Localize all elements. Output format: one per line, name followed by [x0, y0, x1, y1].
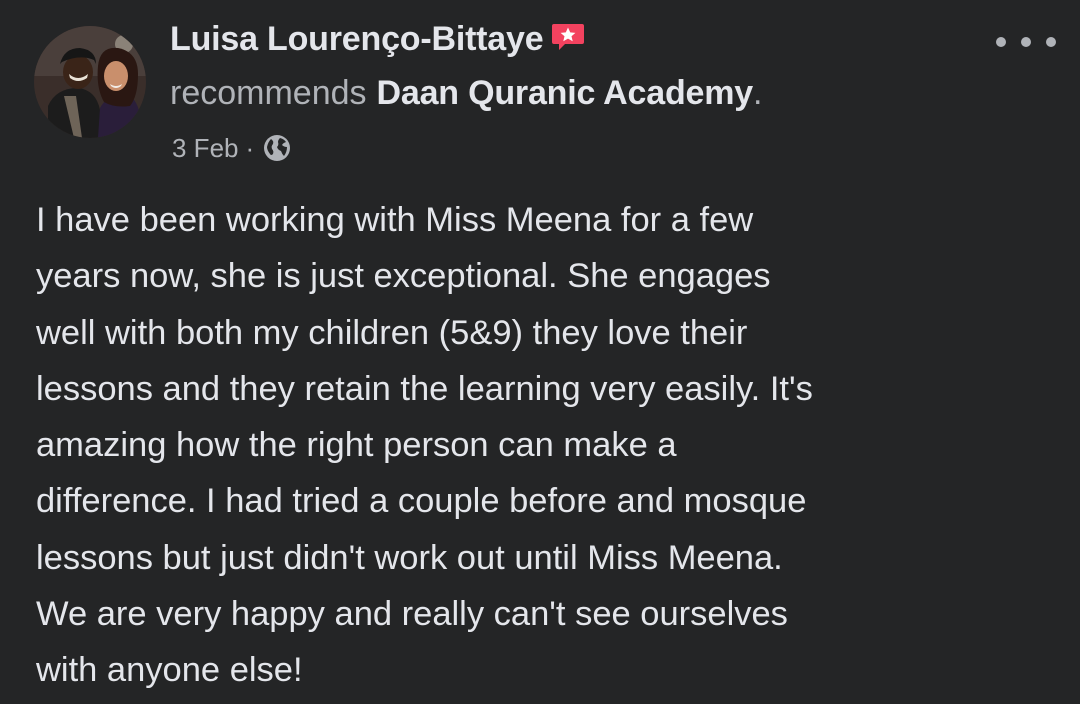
post-text-line: I have been working with Miss Meena for … — [36, 201, 754, 239]
post-text-line: difference. I had tried a couple before … — [36, 482, 807, 521]
author-avatar[interactable] — [34, 26, 146, 138]
globe-icon[interactable] — [262, 133, 292, 163]
recommendation-star-icon — [551, 22, 585, 52]
more-dot — [996, 37, 1006, 47]
post-text-line: We are very happy and really can't see o… — [36, 595, 788, 634]
more-options-icon[interactable] — [996, 24, 1056, 60]
more-dot — [1046, 37, 1056, 47]
post-text-line: lessons but just didn't work out until M… — [36, 538, 783, 577]
post-text: I have been working with Miss Meena for … — [36, 192, 1066, 699]
author-name[interactable]: Luisa Lourenço-Bittaye — [170, 20, 544, 59]
post-text-line: well with both my children (5&9) they lo… — [36, 313, 748, 352]
post-text-line: amazing how the right person can make a — [36, 426, 677, 465]
post-text-line: years now, she is just exceptional. She … — [36, 257, 771, 296]
recommended-page-link[interactable]: Daan Quranic Academy — [377, 74, 754, 113]
author-line: Luisa Lourenço-Bittaye — [170, 16, 585, 62]
post-text-line: with anyone else! — [36, 651, 303, 690]
recommends-label: recommends — [170, 73, 367, 112]
post-date[interactable]: 3 Feb — [172, 133, 239, 164]
avatar-photo — [34, 26, 146, 138]
post-text-line: lessons and they retain the learning ver… — [36, 369, 813, 408]
more-dot — [1021, 37, 1031, 47]
post-meta: 3 Feb · — [172, 128, 292, 168]
meta-separator: · — [245, 132, 255, 163]
recommendation-period: . — [752, 73, 763, 112]
recommendation-post: Luisa Lourenço-Bittaye recommends Daan Q… — [0, 0, 1080, 704]
recommendation-line: recommends Daan Quranic Academy . — [170, 70, 762, 116]
